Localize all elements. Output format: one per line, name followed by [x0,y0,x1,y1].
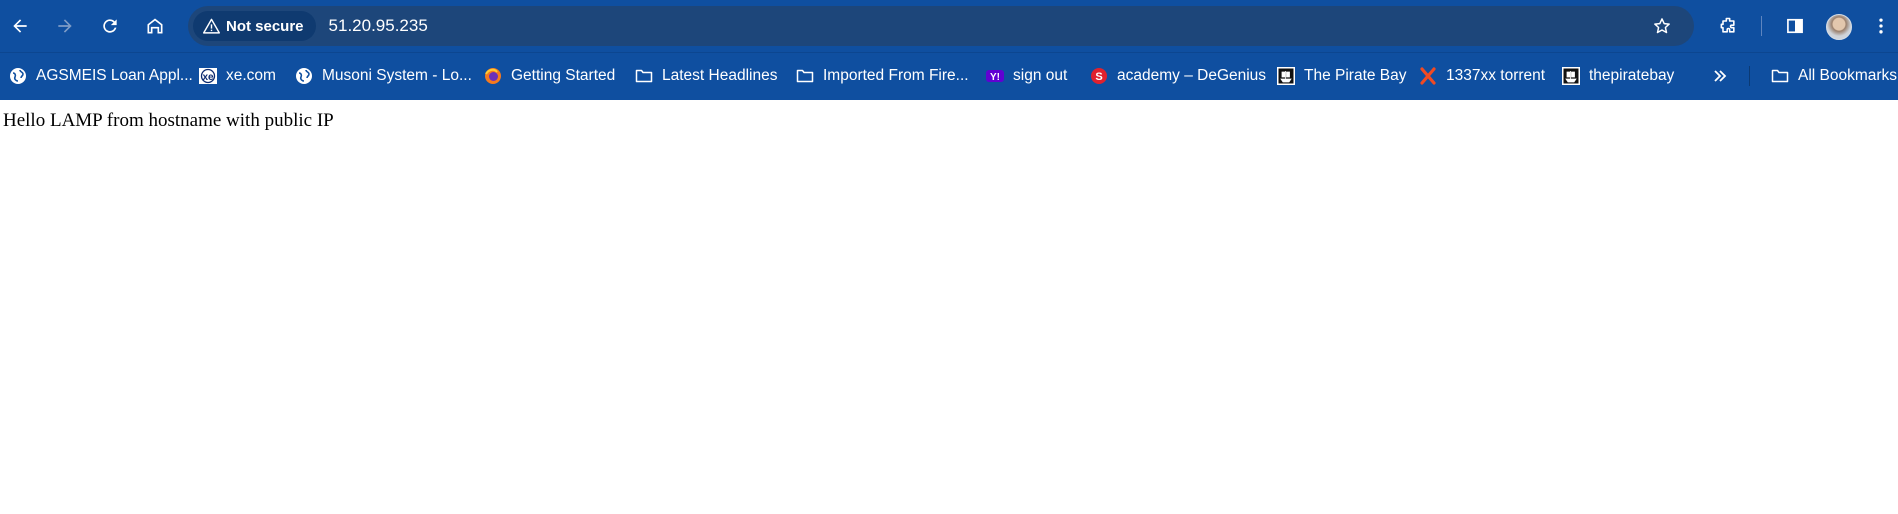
bookmarks-overflow-button[interactable] [1711,61,1729,91]
bookmark-label: thepiratebay [1589,67,1675,84]
bookmark-getting-started[interactable]: Getting Started [484,61,615,91]
double-chevron-right-icon [1711,67,1729,85]
bookmark-latest-headlines[interactable]: Latest Headlines [635,61,777,91]
x-logo-icon [1419,67,1437,85]
bookmark-label: The Pirate Bay [1304,67,1407,84]
pirate-ship-icon [1562,67,1580,85]
globe-icon [9,67,27,85]
address-bar[interactable]: Not secure 51.20.95.235 [188,6,1694,46]
bookmark-degenius[interactable]: S academy – DeGenius [1090,61,1266,91]
reload-icon [103,19,117,33]
folder-icon [796,67,814,85]
bookmark-imported[interactable]: Imported From Fire... [796,61,969,91]
all-bookmarks-button[interactable]: All Bookmarks [1771,61,1897,91]
menu-button[interactable] [1866,8,1896,44]
bookmark-label: sign out [1013,67,1068,84]
degenius-icon: S [1090,67,1108,85]
bookmark-musoni[interactable]: Musoni System - Lo... [295,61,472,91]
url-text[interactable]: 51.20.95.235 [329,16,1646,36]
bookmark-sign-out[interactable]: Y! sign out [986,61,1067,91]
bookmark-label: Musoni System - Lo... [322,67,472,84]
reload-button[interactable] [92,8,128,44]
bookmark-label: 1337xx torrent [1446,67,1546,84]
firefox-icon [484,67,502,85]
bookmark-star-button[interactable] [1646,10,1678,42]
page-content: Hello LAMP from hostname with public IP [0,100,1898,132]
kebab-menu-icon [1879,18,1883,34]
page-body-text: Hello LAMP from hostname with public IP [3,110,334,131]
bookmark-label: Imported From Fire... [823,67,969,84]
bookmark-label: AGSMEIS Loan Appl... [36,67,193,84]
browser-chrome: Not secure 51.20.95.235 AGSMEIS Loan App… [0,0,1898,100]
browser-toolbar: Not secure 51.20.95.235 [0,0,1898,52]
arrow-right-icon [58,19,72,33]
bookmark-agsmeis[interactable]: AGSMEIS Loan Appl... [9,61,193,91]
security-label: Not secure [226,17,304,35]
yahoo-icon: Y! [986,67,1004,85]
bookmark-label: Latest Headlines [662,67,778,84]
folder-icon [635,67,653,85]
bookmarks-bar: AGSMEIS Loan Appl... xe xe.com Musoni Sy… [0,52,1898,100]
star-icon [1654,18,1670,34]
side-panel-button[interactable] [1777,8,1813,44]
svg-text:S: S [1095,71,1102,83]
side-panel-icon [1787,18,1803,34]
svg-text:Y!: Y! [990,72,1000,83]
bookmarks-divider [1749,66,1750,86]
globe-icon [295,67,313,85]
back-button[interactable] [2,8,38,44]
bookmark-thepiratebay[interactable]: thepiratebay [1562,61,1674,91]
profile-avatar[interactable] [1826,14,1852,40]
puzzle-icon [1720,17,1735,33]
toolbar-divider [1761,16,1762,36]
home-button[interactable] [137,8,173,44]
bookmark-xe[interactable]: xe xe.com [199,61,276,91]
warning-triangle-icon [203,18,220,34]
pirate-ship-icon [1277,67,1295,85]
home-icon [147,18,163,34]
extensions-button[interactable] [1710,8,1746,44]
bookmark-label: academy – DeGenius [1117,67,1267,84]
security-chip[interactable]: Not secure [193,11,316,41]
bookmark-label: xe.com [226,67,276,84]
bookmark-label: Getting Started [511,67,616,84]
all-bookmarks-label: All Bookmarks [1798,67,1898,84]
xe-icon: xe [199,67,217,85]
forward-button[interactable] [47,8,83,44]
folder-icon [1771,67,1789,85]
arrow-left-icon [13,19,27,33]
bookmark-pirate-bay[interactable]: The Pirate Bay [1277,61,1407,91]
bookmark-1337xx[interactable]: 1337xx torrent [1419,61,1545,91]
